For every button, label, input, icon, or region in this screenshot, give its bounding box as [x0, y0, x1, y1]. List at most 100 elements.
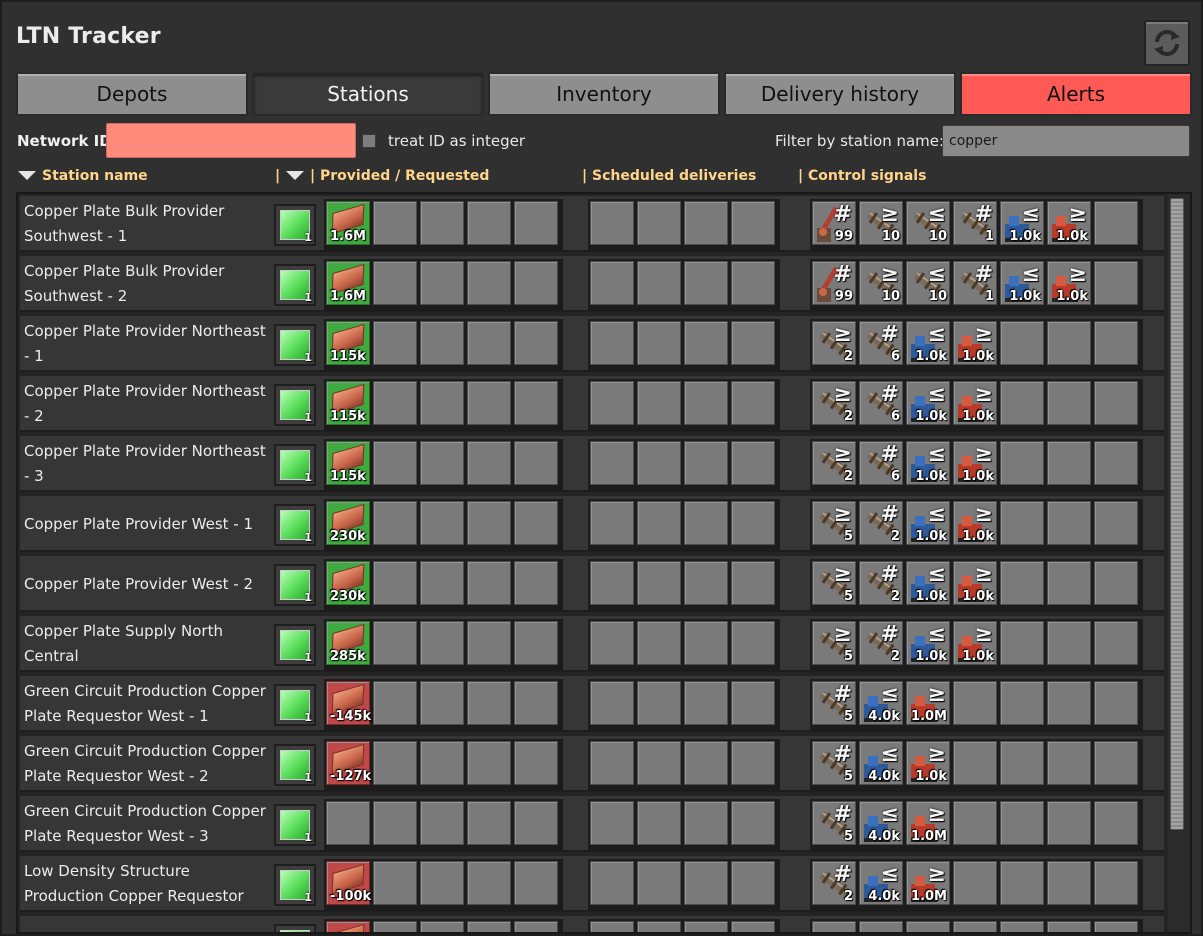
item-slot[interactable]	[467, 801, 511, 845]
signal-slot[interactable]: #5	[812, 801, 856, 845]
signal-slot[interactable]	[1047, 861, 1091, 905]
item-slot[interactable]	[420, 681, 464, 725]
signal-slot[interactable]: ≤4.0k	[859, 741, 903, 785]
signal-slot[interactable]: ≥2	[812, 321, 856, 365]
signal-slot[interactable]	[1047, 741, 1091, 785]
item-slot[interactable]: 1.6M	[326, 261, 370, 305]
item-slot[interactable]	[514, 801, 558, 845]
signal-slot[interactable]: ≤10	[906, 201, 950, 245]
delivery-slot[interactable]	[637, 681, 681, 725]
depot-signal-slot[interactable]: 1	[274, 264, 316, 306]
delivery-slot[interactable]	[637, 201, 681, 245]
delivery-slot[interactable]	[684, 501, 728, 545]
signal-slot[interactable]	[1000, 441, 1044, 485]
delivery-slot[interactable]	[731, 321, 775, 365]
signal-slot[interactable]	[1094, 501, 1138, 545]
item-slot[interactable]	[514, 321, 558, 365]
delivery-slot[interactable]	[731, 741, 775, 785]
delivery-slot[interactable]	[731, 501, 775, 545]
delivery-slot[interactable]	[590, 321, 634, 365]
signal-slot[interactable]	[1047, 381, 1091, 425]
item-slot[interactable]	[467, 201, 511, 245]
signal-slot[interactable]	[906, 921, 950, 932]
item-slot[interactable]	[514, 201, 558, 245]
signal-slot[interactable]: #2	[859, 621, 903, 665]
signal-slot[interactable]	[1094, 261, 1138, 305]
delivery-slot[interactable]	[637, 561, 681, 605]
item-slot[interactable]	[467, 501, 511, 545]
signal-slot[interactable]: #2	[859, 501, 903, 545]
table-row[interactable]: Copper Plate Supply North Central 1 285k ≥5…	[20, 616, 1164, 672]
item-slot[interactable]	[514, 861, 558, 905]
signal-slot[interactable]	[1094, 201, 1138, 245]
delivery-slot[interactable]	[590, 741, 634, 785]
item-slot[interactable]: 115k	[326, 321, 370, 365]
station-name[interactable]: Copper Plate Bulk Provider Southwest - 1	[24, 196, 270, 252]
delivery-slot[interactable]	[637, 621, 681, 665]
signal-slot[interactable]: #1	[953, 201, 997, 245]
signal-slot[interactable]: ≤1.0k	[906, 321, 950, 365]
delivery-slot[interactable]	[637, 801, 681, 845]
item-slot[interactable]	[373, 501, 417, 545]
item-slot[interactable]	[326, 921, 370, 932]
table-row[interactable]: Green Circuit Production Copper Plate Re…	[20, 676, 1164, 732]
signal-slot[interactable]: ≥1.0k	[953, 621, 997, 665]
station-name[interactable]: Copper Plate Provider West - 2	[24, 556, 270, 612]
item-slot[interactable]	[420, 381, 464, 425]
depot-signal-slot[interactable]: 1	[274, 324, 316, 366]
signal-slot[interactable]	[953, 741, 997, 785]
signal-slot[interactable]	[1000, 801, 1044, 845]
delivery-slot[interactable]	[590, 801, 634, 845]
item-slot[interactable]	[420, 921, 464, 932]
station-name[interactable]: Copper Plate Provider West - 1	[24, 496, 270, 552]
column-provided-requested[interactable]: | Provided / Requested	[310, 168, 489, 184]
delivery-slot[interactable]	[684, 801, 728, 845]
stations-table[interactable]: Red Circuit Production Copper 1 Low Densit…	[16, 192, 1192, 934]
signal-slot[interactable]	[1094, 441, 1138, 485]
signal-slot[interactable]: #2	[859, 561, 903, 605]
table-row[interactable]: Copper Plate Provider Northeast - 3 1 115k…	[20, 436, 1164, 492]
item-slot[interactable]	[326, 801, 370, 845]
item-slot[interactable]	[514, 921, 558, 932]
signal-slot[interactable]: #5	[812, 681, 856, 725]
table-row[interactable]: Copper Plate Provider West - 1 1 230k ≥5 #2 ≤…	[20, 496, 1164, 552]
table-row[interactable]: Copper Plate Bulk Provider Southwest - 2…	[20, 256, 1164, 312]
item-slot[interactable]	[420, 621, 464, 665]
item-slot[interactable]	[420, 561, 464, 605]
station-name[interactable]: Low Density Structure Production Copper …	[24, 856, 270, 912]
delivery-slot[interactable]	[590, 861, 634, 905]
delivery-slot[interactable]	[590, 441, 634, 485]
signal-slot[interactable]	[1094, 681, 1138, 725]
signal-slot[interactable]: ≤1.0k	[1000, 261, 1044, 305]
station-name[interactable]: Copper Plate Provider Northeast - 1	[24, 316, 270, 372]
tab-depots[interactable]: Depots	[16, 72, 248, 116]
signal-slot[interactable]	[1047, 561, 1091, 605]
signal-slot[interactable]	[953, 681, 997, 725]
item-slot[interactable]	[467, 921, 511, 932]
signal-slot[interactable]	[953, 801, 997, 845]
table-row[interactable]: Green Circuit Production Copper Plate Re…	[20, 736, 1164, 792]
signal-slot[interactable]	[1000, 501, 1044, 545]
item-slot[interactable]	[373, 261, 417, 305]
depot-signal-slot[interactable]: 1	[274, 864, 316, 906]
item-slot[interactable]	[373, 681, 417, 725]
signal-slot[interactable]: #6	[859, 381, 903, 425]
signal-slot[interactable]: ≥2	[812, 441, 856, 485]
item-slot[interactable]	[514, 561, 558, 605]
station-name[interactable]: Green Circuit Production Copper Plate Re…	[24, 796, 270, 852]
delivery-slot[interactable]	[590, 921, 634, 932]
item-slot[interactable]: 230k	[326, 561, 370, 605]
station-name[interactable]: Copper Plate Provider Northeast - 2	[24, 376, 270, 432]
column-control-signals[interactable]: | Control signals	[798, 168, 926, 184]
delivery-slot[interactable]	[684, 861, 728, 905]
item-slot[interactable]	[373, 741, 417, 785]
signal-slot[interactable]	[1047, 801, 1091, 845]
depot-signal-slot[interactable]: 1	[274, 204, 316, 246]
item-slot[interactable]	[420, 201, 464, 245]
item-slot[interactable]	[373, 621, 417, 665]
station-name[interactable]: Copper Plate Bulk Provider Southwest - 2	[24, 256, 270, 312]
signal-slot[interactable]	[1047, 921, 1091, 932]
station-name-filter-input[interactable]	[942, 125, 1190, 157]
delivery-slot[interactable]	[637, 861, 681, 905]
signal-slot[interactable]: ≥1.0k	[953, 501, 997, 545]
